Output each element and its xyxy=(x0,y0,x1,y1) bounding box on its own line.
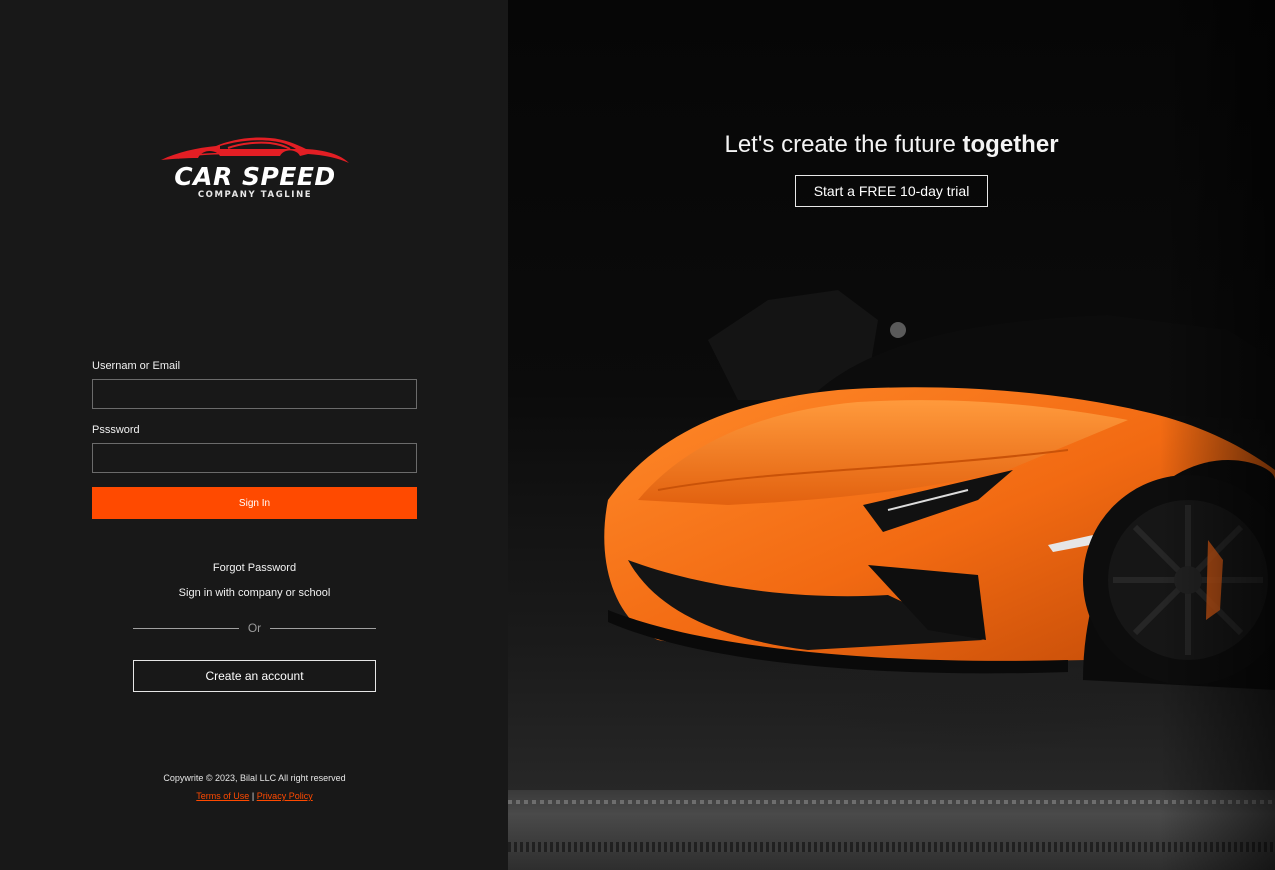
divider-line-right xyxy=(270,628,376,629)
username-input[interactable] xyxy=(92,379,417,409)
password-label: Psssword xyxy=(92,424,140,436)
privacy-link[interactable]: Privacy Policy xyxy=(257,791,313,801)
hero-callout: Let's create the future together Start a… xyxy=(508,130,1275,207)
sso-signin-link[interactable]: Sign in with company or school xyxy=(92,586,417,600)
terms-link[interactable]: Terms of Use xyxy=(196,791,249,801)
hero-headline: Let's create the future together xyxy=(508,130,1275,160)
password-input[interactable] xyxy=(92,443,417,473)
auth-links: Forgot Password Sign in with company or … xyxy=(92,561,417,600)
forgot-password-link[interactable]: Forgot Password xyxy=(92,561,417,575)
copyright-text: Copywrite © 2023, Bilal LLC All right re… xyxy=(163,773,346,783)
sign-in-button[interactable]: Sign In xyxy=(92,487,417,519)
username-label: Usernam or Email xyxy=(92,360,181,372)
create-account-button[interactable]: Create an account xyxy=(133,660,376,692)
or-divider: Or xyxy=(133,620,376,636)
brand-logo[interactable]: CAR SPEED COMPANY TAGLINE xyxy=(158,132,352,204)
free-trial-button[interactable]: Start a FREE 10-day trial xyxy=(795,175,988,207)
login-form: Usernam or Email Psssword Sign In xyxy=(92,359,417,519)
brand-name: CAR SPEED xyxy=(174,162,336,191)
brand-tagline: COMPANY TAGLINE xyxy=(197,190,313,200)
headline-emphasis: together xyxy=(962,131,1059,158)
login-panel: CAR SPEED COMPANY TAGLINE Usernam or Ema… xyxy=(0,0,508,870)
legal-separator: | xyxy=(251,791,255,801)
legal-links: Terms of Use | Privacy Policy xyxy=(92,791,417,801)
headline-regular: Let's create the future xyxy=(724,131,963,158)
footer: Copywrite © 2023, Bilal LLC All right re… xyxy=(92,773,417,801)
